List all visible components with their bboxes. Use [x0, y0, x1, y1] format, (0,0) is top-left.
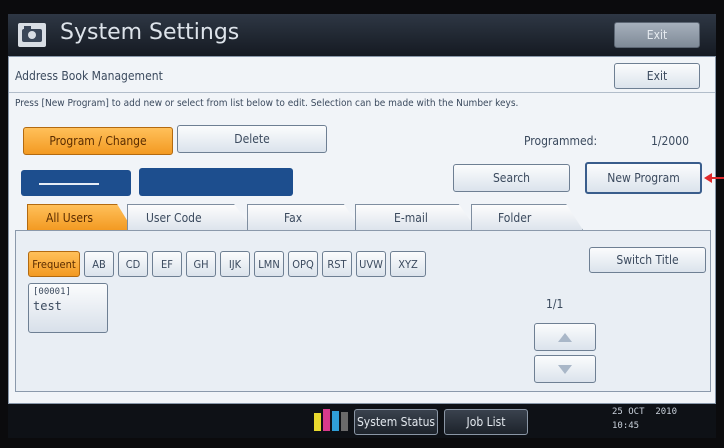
pointer-arrow-icon — [704, 173, 724, 183]
page-indicator: 1/1 — [546, 297, 564, 311]
job-list-button[interactable]: Job List — [444, 409, 528, 435]
status-bar: System Status Job List 25 OCT 2010 10:45 — [8, 404, 716, 438]
search-field-2[interactable] — [139, 168, 293, 196]
program-change-button[interactable]: Program / Change — [23, 127, 173, 155]
address-list-area: Frequent AB CD EF GH IJK LMN OPQ RST UVW… — [15, 230, 711, 392]
index-key-cd[interactable]: CD — [118, 251, 148, 277]
arrow-up-icon — [558, 332, 572, 342]
address-entry[interactable]: [00001] test — [28, 283, 108, 333]
instruction-text: Press [New Program] to add new or select… — [15, 98, 519, 109]
search-field-1[interactable] — [21, 170, 131, 196]
tab-strip: All Users User Code Fax E-mail Folder — [27, 204, 587, 230]
tab-fax[interactable]: Fax — [247, 204, 361, 230]
index-key-ef[interactable]: EF — [152, 251, 182, 277]
tab-all-users[interactable]: All Users — [27, 204, 133, 230]
toner-cyan — [332, 411, 339, 431]
tab-user-code[interactable]: User Code — [127, 204, 253, 230]
index-key-xyz[interactable]: XYZ — [390, 251, 426, 277]
search-field-cursor — [39, 183, 99, 185]
date-display: 25 OCT 2010 — [612, 407, 678, 417]
scroll-up-button[interactable] — [534, 323, 596, 351]
tab-folder[interactable]: Folder — [471, 204, 583, 230]
scroll-down-button[interactable] — [534, 355, 596, 383]
title-bar: System Settings Exit — [8, 14, 716, 56]
search-button[interactable]: Search — [453, 164, 570, 192]
delete-button[interactable]: Delete — [177, 125, 327, 153]
index-key-opq[interactable]: OPQ — [288, 251, 318, 277]
title-exit-button[interactable]: Exit — [614, 22, 700, 48]
toner-indicator-icon — [314, 409, 350, 433]
index-key-ab[interactable]: AB — [84, 251, 114, 277]
page-title: System Settings — [60, 20, 240, 45]
arrow-down-icon — [558, 364, 572, 374]
address-book-panel: Address Book Management Exit Press [New … — [8, 56, 716, 404]
programmed-count: 1/2000 — [651, 134, 689, 148]
index-key-lmn[interactable]: LMN — [254, 251, 284, 277]
programmed-label: Programmed: — [524, 134, 598, 148]
entry-name: test — [33, 299, 62, 313]
index-key-uvw[interactable]: UVW — [356, 251, 386, 277]
index-key-gh[interactable]: GH — [186, 251, 216, 277]
header-divider — [9, 92, 715, 93]
index-key-ijk[interactable]: IJK — [220, 251, 250, 277]
index-key-rst[interactable]: RST — [322, 251, 352, 277]
time-display: 10:45 — [612, 421, 640, 431]
index-key-frequent[interactable]: Frequent — [28, 251, 80, 277]
toner-yellow — [314, 413, 321, 431]
system-settings-icon — [18, 23, 46, 47]
entry-number: [00001] — [33, 287, 71, 297]
switch-title-button[interactable]: Switch Title — [589, 247, 706, 273]
tab-e-mail[interactable]: E-mail — [355, 204, 477, 230]
toner-magenta — [323, 409, 330, 431]
panel-exit-button[interactable]: Exit — [614, 63, 700, 89]
panel-heading: Address Book Management — [15, 69, 163, 83]
system-status-button[interactable]: System Status — [354, 409, 438, 435]
new-program-button[interactable]: New Program — [585, 162, 702, 194]
toner-black — [341, 412, 348, 431]
